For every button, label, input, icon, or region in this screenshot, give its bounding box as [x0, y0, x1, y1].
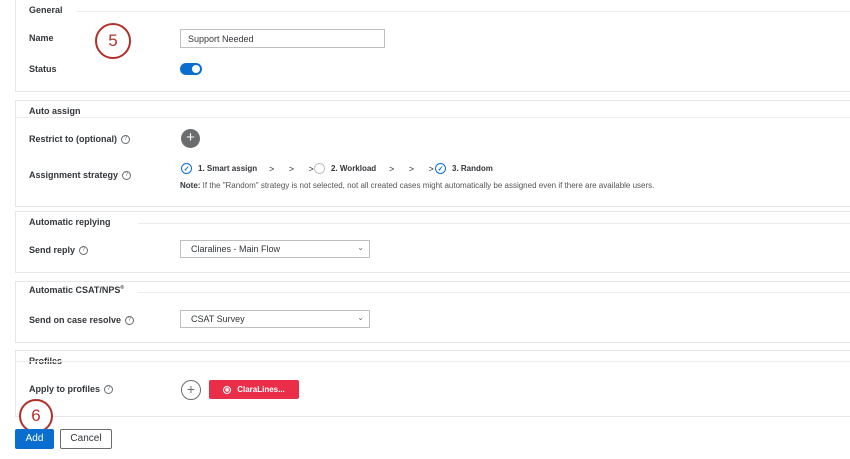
step-random[interactable]: ✓ 3. Random: [435, 163, 493, 174]
step-smart-assign[interactable]: ✓ 1. Smart assign: [181, 163, 257, 174]
help-icon[interactable]: ?: [104, 384, 114, 394]
send-on-resolve-label: Send on case resolve ?: [29, 315, 135, 325]
auto-assign-divider: [16, 117, 850, 118]
arrow-icons: > > >: [389, 164, 440, 174]
send-on-resolve-label-text: Send on case resolve: [29, 315, 122, 325]
chevron-down-icon: ⌄: [357, 313, 364, 322]
apply-profiles-label: Apply to profiles ?: [29, 384, 114, 394]
check-icon: ✓: [181, 163, 192, 174]
note-prefix: Note:: [180, 181, 201, 190]
general-divider: [76, 11, 850, 12]
status-label: Status: [29, 64, 57, 74]
send-reply-select[interactable]: Claralines - Main Flow ⌄: [180, 240, 370, 258]
profile-chip-label: ClaraLines...: [237, 385, 285, 394]
add-button[interactable]: Add: [15, 429, 54, 449]
auto-assign-section: Auto assign Restrict to (optional) ? + A…: [15, 100, 850, 207]
auto-reply-title: Automatic replying: [29, 217, 111, 227]
csat-divider: [138, 292, 850, 293]
help-icon[interactable]: ?: [79, 245, 89, 255]
profile-chip[interactable]: ◉ ClaraLines...: [209, 380, 299, 399]
cancel-button[interactable]: Cancel: [60, 429, 112, 449]
restrict-label: Restrict to (optional) ?: [29, 134, 130, 144]
general-title: General: [29, 5, 63, 15]
step-label: 1. Smart assign: [198, 164, 258, 173]
name-label-text: Name: [29, 33, 54, 43]
send-reply-value: Claralines - Main Flow: [191, 244, 281, 254]
add-profile-button[interactable]: +: [181, 380, 201, 400]
name-input[interactable]: Support Needed: [180, 29, 385, 48]
csat-section: Automatic CSAT/NPS® Send on case resolve…: [15, 281, 850, 343]
profiles-section: Profiles Apply to profiles ? + ◉ ClaraLi…: [15, 350, 850, 417]
general-section: General Name Support Needed Status: [15, 0, 850, 92]
profile-icon: ◉: [223, 385, 232, 394]
check-icon: ✓: [435, 163, 446, 174]
status-label-text: Status: [29, 64, 57, 74]
callout-marker-6: 6: [19, 399, 53, 433]
csat-title-text: Automatic CSAT/NPS: [29, 285, 121, 295]
step-workload[interactable]: 2. Workload: [314, 163, 376, 174]
csat-survey-value: CSAT Survey: [191, 314, 245, 324]
strategy-note: Note: If the "Random" strategy is not se…: [180, 181, 654, 190]
registered-mark: ®: [120, 285, 125, 291]
csat-title: Automatic CSAT/NPS®: [29, 285, 124, 295]
strategy-label: Assignment strategy ?: [29, 170, 132, 180]
csat-survey-select[interactable]: CSAT Survey ⌄: [180, 310, 370, 328]
chevron-down-icon: ⌄: [357, 243, 364, 252]
strategy-label-text: Assignment strategy: [29, 170, 119, 180]
restrict-label-text: Restrict to (optional): [29, 134, 117, 144]
status-toggle[interactable]: [180, 63, 202, 75]
step-label: 3. Random: [452, 164, 493, 173]
send-reply-label-text: Send reply: [29, 245, 76, 255]
arrow-icons: > > >: [269, 164, 320, 174]
unchecked-circle-icon: [314, 163, 325, 174]
send-reply-label: Send reply ?: [29, 245, 89, 255]
add-restriction-button[interactable]: +: [181, 129, 200, 148]
apply-profiles-label-text: Apply to profiles: [29, 384, 101, 394]
toggle-knob: [192, 65, 200, 73]
callout-marker-5: 5: [95, 23, 131, 59]
profiles-divider: [16, 361, 850, 362]
auto-reply-divider: [138, 223, 850, 224]
name-label: Name: [29, 33, 54, 43]
help-icon[interactable]: ?: [125, 315, 135, 325]
note-text: If the "Random" strategy is not selected…: [200, 181, 655, 190]
auto-reply-section: Automatic replying Send reply ? Claralin…: [15, 211, 850, 273]
help-icon[interactable]: ?: [121, 134, 130, 144]
auto-assign-title: Auto assign: [29, 106, 81, 116]
help-icon[interactable]: ?: [122, 170, 132, 180]
step-label: 2. Workload: [331, 164, 377, 173]
